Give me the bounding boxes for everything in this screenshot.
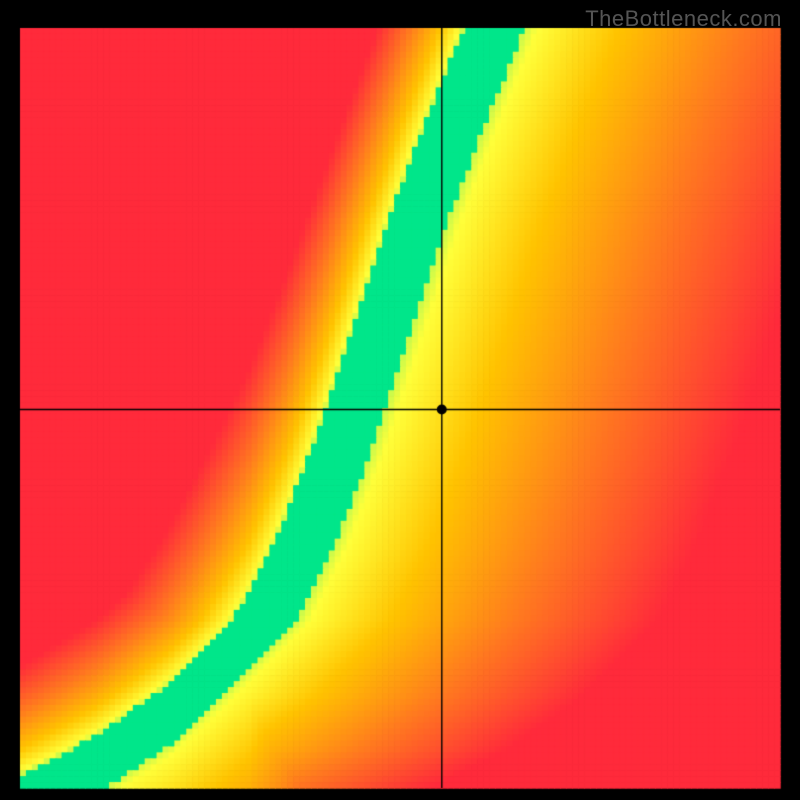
bottleneck-heatmap: [0, 0, 800, 800]
chart-container: TheBottleneck.com: [0, 0, 800, 800]
watermark-label: TheBottleneck.com: [585, 6, 782, 32]
